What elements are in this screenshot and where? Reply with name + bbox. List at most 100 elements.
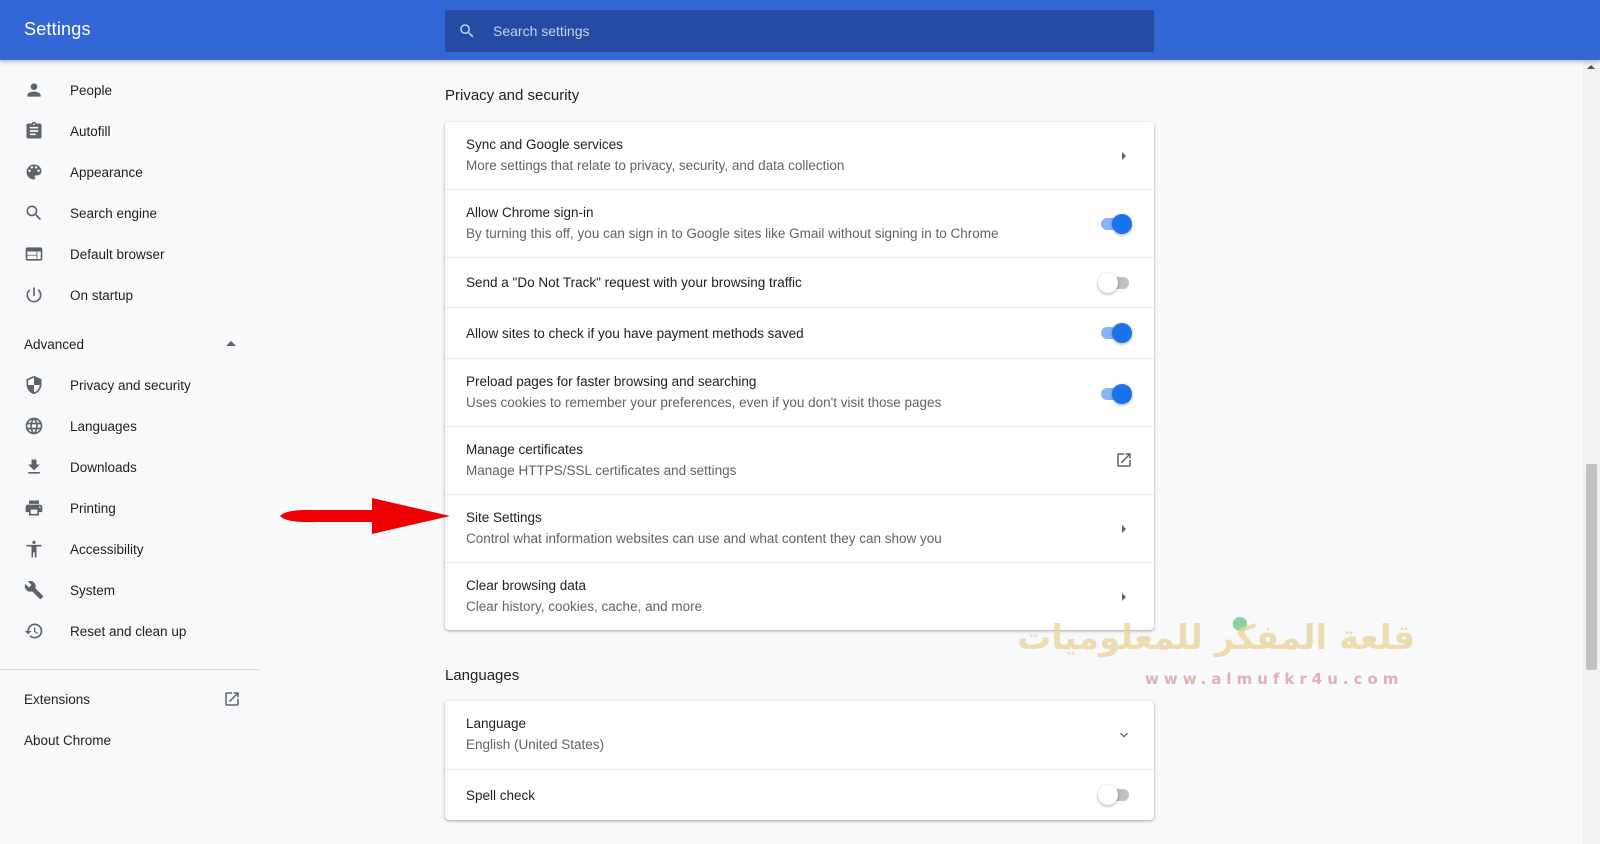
arrow-right-icon <box>1122 152 1126 160</box>
sidebar-item-default-browser[interactable]: Default browser <box>0 234 260 274</box>
row-title: Send a "Do Not Track" request with your … <box>466 275 802 290</box>
arrow-right-icon <box>1122 593 1126 601</box>
person-icon <box>24 80 44 100</box>
sidebar-item-label: System <box>70 582 116 598</box>
payment-methods-toggle[interactable] <box>1098 323 1132 343</box>
languages-section-heading: Languages <box>445 667 520 684</box>
do-not-track-row[interactable]: Send a "Do Not Track" request with your … <box>445 257 1154 307</box>
top-bar: Settings <box>0 0 1600 60</box>
scroll-up-arrow-icon[interactable] <box>1587 65 1595 69</box>
watermark: قلعة المفكر للمعلوميات www.almufkr4u.com <box>955 617 1415 703</box>
sidebar-item-label: On startup <box>70 287 134 303</box>
sidebar-item-label: Downloads <box>70 459 137 475</box>
printer-icon <box>24 498 44 518</box>
row-title: Manage certificates <box>466 442 584 457</box>
sidebar-item-label: Default browser <box>70 246 165 262</box>
row-title: Language <box>466 716 527 731</box>
row-subtitle: English (United States) <box>466 737 605 752</box>
sidebar-item-search-engine[interactable]: Search engine <box>0 193 260 233</box>
search-icon <box>24 203 44 223</box>
manage-certificates-row[interactable]: Manage certificates Manage HTTPS/SSL cer… <box>445 426 1154 494</box>
scroll-thumb[interactable] <box>1586 464 1597 670</box>
browser-window-icon <box>24 244 44 264</box>
row-title: Clear browsing data <box>466 578 587 593</box>
do-not-track-toggle[interactable] <box>1098 273 1132 293</box>
sidebar-item-label: Search engine <box>70 205 158 221</box>
sidebar-item-downloads[interactable]: Downloads <box>0 447 260 487</box>
sidebar-item-label: Extensions <box>24 691 91 707</box>
row-title: Site Settings <box>466 510 542 525</box>
preload-pages-row[interactable]: Preload pages for faster browsing and se… <box>445 358 1154 426</box>
page-scrollbar[interactable] <box>1583 60 1600 844</box>
sidebar-item-label: Privacy and security <box>70 377 191 393</box>
sidebar-item-reset[interactable]: Reset and clean up <box>0 611 260 651</box>
languages-card: Language English (United States) Spell c… <box>445 701 1154 820</box>
wrench-icon <box>24 580 44 600</box>
sidebar-item-label: About Chrome <box>24 732 112 748</box>
power-icon <box>24 285 44 305</box>
sidebar-item-system[interactable]: System <box>0 570 260 610</box>
sidebar-item-label: Accessibility <box>70 541 144 557</box>
sidebar: People Autofill Appearance Search engine… <box>0 60 260 844</box>
sidebar-item-extensions[interactable]: Extensions <box>0 679 260 719</box>
row-title: Preload pages for faster browsing and se… <box>466 374 757 389</box>
sidebar-item-label: Appearance <box>70 164 143 180</box>
row-title: Allow Chrome sign-in <box>466 205 594 220</box>
allow-signin-toggle[interactable] <box>1098 214 1132 234</box>
sidebar-item-languages[interactable]: Languages <box>0 406 260 446</box>
sidebar-divider <box>0 669 260 670</box>
advanced-label: Advanced <box>24 336 85 352</box>
watermark-url: www.almufkr4u.com <box>1145 670 1404 688</box>
download-icon <box>24 457 44 477</box>
spell-check-toggle[interactable] <box>1098 785 1132 805</box>
preload-pages-toggle[interactable] <box>1098 384 1132 404</box>
row-subtitle: By turning this off, you can sign in to … <box>466 226 999 241</box>
sidebar-item-accessibility[interactable]: Accessibility <box>0 529 260 569</box>
row-subtitle: More settings that relate to privacy, se… <box>466 158 845 173</box>
site-settings-row[interactable]: Site Settings Control what information w… <box>445 494 1154 562</box>
row-title: Sync and Google services <box>466 137 623 152</box>
sidebar-item-printing[interactable]: Printing <box>0 488 260 528</box>
privacy-card: Sync and Google services More settings t… <box>445 122 1154 630</box>
row-title: Allow sites to check if you have payment… <box>466 326 804 341</box>
sidebar-item-autofill[interactable]: Autofill <box>0 111 260 151</box>
sidebar-item-label: Autofill <box>70 123 111 139</box>
shield-icon <box>24 375 44 395</box>
sidebar-item-label: Reset and clean up <box>70 623 187 639</box>
language-row[interactable]: Language English (United States) <box>445 701 1154 769</box>
page-title: Settings <box>24 19 91 39</box>
row-subtitle: Manage HTTPS/SSL certificates and settin… <box>466 463 737 478</box>
history-icon <box>24 621 44 641</box>
sidebar-advanced-toggle[interactable]: Advanced <box>0 324 260 364</box>
privacy-section-heading: Privacy and security <box>445 87 580 104</box>
allow-chrome-signin-row[interactable]: Allow Chrome sign-in By turning this off… <box>445 189 1154 257</box>
row-title: Spell check <box>466 788 536 803</box>
search-icon <box>460 24 474 38</box>
row-subtitle: Clear history, cookies, cache, and more <box>466 599 703 614</box>
clipboard-icon <box>24 121 44 141</box>
accessibility-icon <box>24 539 44 559</box>
search-input[interactable] <box>493 10 1133 52</box>
spell-check-row[interactable]: Spell check <box>445 769 1154 820</box>
payment-methods-row[interactable]: Allow sites to check if you have payment… <box>445 307 1154 358</box>
open-in-new-icon <box>225 692 239 706</box>
arrow-right-icon <box>1122 525 1126 533</box>
caret-up-icon <box>226 341 236 346</box>
red-annotation-arrow <box>280 498 450 534</box>
row-subtitle: Control what information websites can us… <box>466 531 942 546</box>
row-subtitle: Uses cookies to remember your preference… <box>466 395 942 410</box>
sidebar-item-on-startup[interactable]: On startup <box>0 275 260 315</box>
search-box[interactable] <box>445 10 1154 52</box>
watermark-arabic-text: قلعة المفكر للمعلوميات <box>1017 618 1415 658</box>
sidebar-item-appearance[interactable]: Appearance <box>0 152 260 192</box>
sidebar-item-people[interactable]: People <box>0 70 260 110</box>
globe-icon <box>24 416 44 436</box>
open-in-new-icon <box>1117 453 1131 467</box>
sync-google-services-row[interactable]: Sync and Google services More settings t… <box>445 122 1154 189</box>
sidebar-item-privacy[interactable]: Privacy and security <box>0 365 260 405</box>
sidebar-item-label: Printing <box>70 500 116 516</box>
sidebar-item-label: People <box>70 82 113 98</box>
sidebar-item-label: Languages <box>70 418 137 434</box>
sidebar-item-about[interactable]: About Chrome <box>0 720 260 760</box>
palette-icon <box>24 162 44 182</box>
